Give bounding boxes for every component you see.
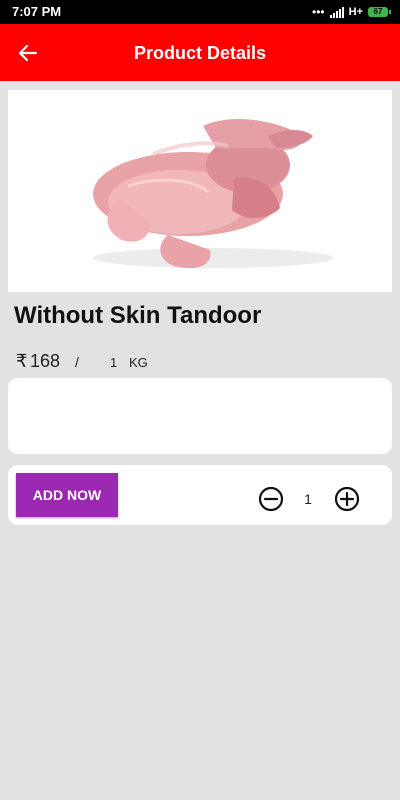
minus-circle-icon[interactable] <box>257 485 285 513</box>
product-price: 168 <box>30 351 61 371</box>
status-icons: ••• H+ 67 <box>312 5 391 19</box>
status-bar: 7:07 PM ••• H+ 67 <box>0 0 400 24</box>
plus-circle-icon[interactable] <box>333 485 361 513</box>
signal-strength-icon <box>329 6 344 18</box>
raw-chicken-image <box>93 119 333 269</box>
currency-symbol: ₹ <box>16 351 28 371</box>
product-quantity: 1 <box>110 355 118 370</box>
notification-dots-icon: ••• <box>312 5 325 19</box>
product-image-card <box>8 90 392 292</box>
quantity-stepper: 1 <box>257 485 361 513</box>
add-to-cart-card: ADD NOW 1 <box>8 465 392 525</box>
product-unit: KG <box>129 355 148 370</box>
add-now-button[interactable]: ADD NOW <box>16 473 118 517</box>
page-title: Product Details <box>133 43 267 63</box>
app-bar: Product Details <box>0 24 400 81</box>
battery-level: 67 <box>373 7 383 16</box>
product-name: Without Skin Tandoor <box>14 302 262 329</box>
price-separator: / <box>75 354 79 370</box>
battery-icon: 67 <box>368 7 391 17</box>
status-time: 7:07 PM <box>12 4 62 19</box>
network-type: H+ <box>348 6 363 18</box>
quantity-value: 1 <box>304 491 312 507</box>
description-card <box>8 378 392 454</box>
